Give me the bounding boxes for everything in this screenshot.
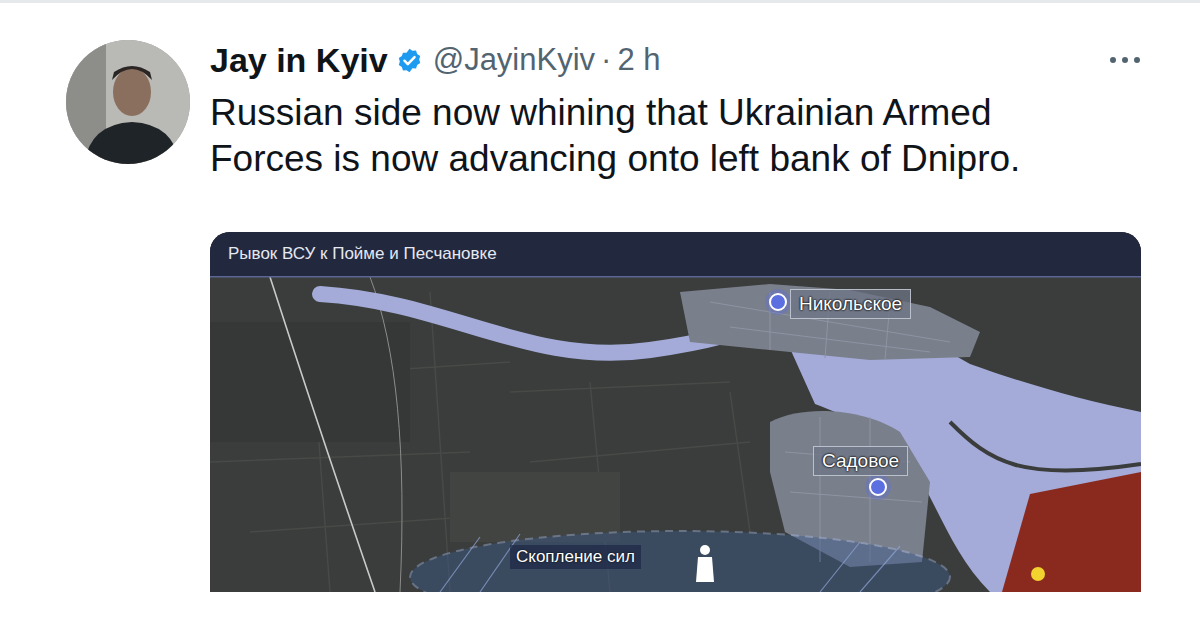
divider [0,0,1200,3]
map-image [210,232,1141,592]
place-label: Садовое [813,446,908,476]
author-name[interactable]: Jay in Kyiv [210,40,388,80]
author-handle[interactable]: @JayinKyiv [433,40,595,80]
map-title: Рывок ВСУ к Пойме и Песчановке [228,243,497,265]
verified-badge-icon [396,47,423,74]
avatar-photo-icon [66,40,190,164]
more-icon[interactable] [1105,45,1145,75]
tweet-text: Russian side now whining that Ukrainian … [210,90,1045,182]
avatar[interactable] [66,40,190,164]
media-card[interactable]: Рывок ВСУ к Пойме и Песчановке Скопление… [210,232,1141,592]
timestamp[interactable]: 2 h [617,40,660,80]
separator: · [601,40,611,80]
place-label: Никольское [790,289,911,319]
map-annotation: Скопление сил [510,545,641,569]
tweet[interactable]: Jay in Kyiv @JayinKyiv · 2 h Russian sid… [0,3,1200,592]
